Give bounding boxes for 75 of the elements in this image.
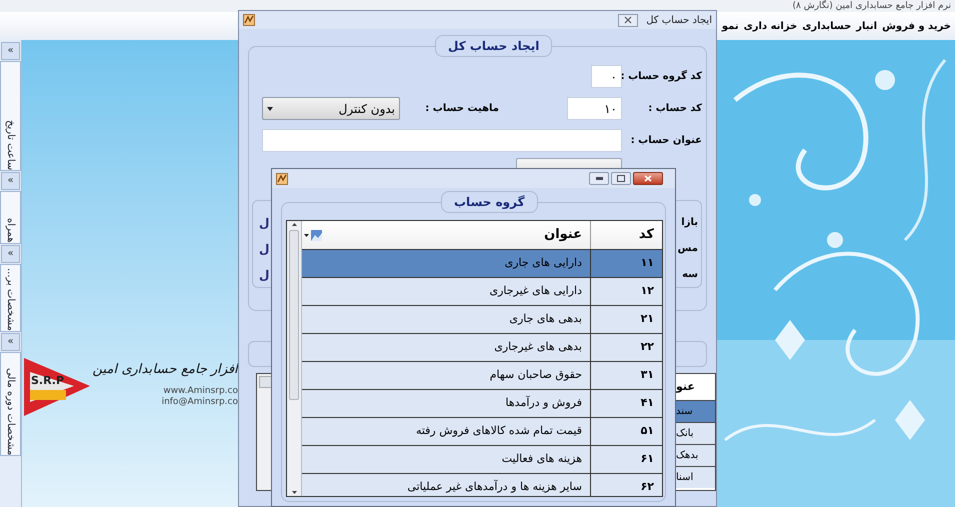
- expand-button[interactable]: «: [1, 245, 20, 263]
- app-title: نرم افزار جامع حسابداری امین (نگارش ۸): [792, 0, 951, 12]
- website-text: www.Aminsrp.co: [163, 386, 238, 396]
- email-text: info@Aminsrp.co: [162, 396, 238, 408]
- minimize-button[interactable]: [589, 172, 609, 185]
- account-title-field[interactable]: [262, 129, 622, 152]
- app-icon: [276, 172, 288, 184]
- title-cell-text: قیمت تمام شده کالاهای فروش رفته: [414, 423, 583, 440]
- table-row[interactable]: ۶۲ سایر هزینه ها و درآمدهای غیر عملیاتی: [302, 473, 662, 496]
- table-row[interactable]: ۳۱ حقوق صاحبان سهام: [302, 361, 662, 389]
- grid-cell: بانک: [676, 422, 715, 444]
- table-row[interactable]: ۴۱ فروش و درآمدها: [302, 389, 662, 417]
- expand-button[interactable]: «: [1, 42, 20, 60]
- menu-item[interactable]: خرید و فروش: [882, 18, 951, 34]
- scrollbar[interactable]: [287, 221, 302, 496]
- title-cell-text: حقوق صاحبان سهام: [488, 367, 583, 384]
- grid-cell: اسنا: [676, 466, 715, 488]
- expand-button[interactable]: «: [1, 172, 20, 190]
- table-row[interactable]: ۲۱ بدهی های جاری: [302, 305, 662, 333]
- menu-item[interactable]: نمو: [722, 18, 739, 34]
- group-title: ایجاد حساب کل: [435, 35, 552, 57]
- title-cell-text: دارایی های جاری: [504, 255, 583, 272]
- field-label: ماهیت حساب :: [424, 102, 499, 116]
- logo-slogan: افزار جامع حسابداری امین: [92, 361, 238, 379]
- grid-cell: بدهک: [676, 444, 715, 466]
- logo-icon: [24, 358, 90, 416]
- minimize-icon: [596, 177, 602, 180]
- column-header: عنوان: [543, 226, 583, 244]
- image-icon: [311, 230, 322, 240]
- nature-dropdown[interactable]: بدون کنترل: [262, 97, 400, 120]
- maximize-icon: [617, 175, 625, 182]
- close-button[interactable]: [633, 172, 663, 185]
- window-title: ایجاد حساب کل: [646, 14, 712, 28]
- menu-item[interactable]: حسابداری: [802, 18, 852, 34]
- menu-item[interactable]: انبار: [856, 18, 878, 34]
- app-icon: [243, 14, 255, 26]
- code-cell: ۶۲: [590, 474, 662, 496]
- title-cell-text: هزینه های فعالیت: [500, 451, 583, 468]
- title-cell-text: بدهی های غیرجاری: [493, 339, 583, 356]
- summary-label: مس: [678, 242, 698, 256]
- table-row[interactable]: ۱۲ دارایی های غیرجاری: [302, 277, 662, 305]
- summary-label: ل: [259, 267, 270, 283]
- account-code-field[interactable]: ۱۰: [567, 97, 622, 120]
- side-tab[interactable]: ساعت تاریخ: [0, 61, 21, 171]
- close-icon: [644, 175, 652, 182]
- field-label: کد حساب :: [647, 102, 702, 116]
- scroll-thumb[interactable]: [289, 230, 299, 400]
- title-cell-text: بدهی های جاری: [508, 311, 583, 328]
- side-tab[interactable]: مشخصات دوره مالی: [0, 352, 21, 456]
- summary-label: بازا: [680, 216, 698, 230]
- caret-icon: [304, 234, 309, 236]
- title-cell-text: سایر هزینه ها و درآمدهای غیر عملیاتی: [406, 478, 583, 496]
- caret-icon: [267, 106, 273, 110]
- close-button[interactable]: [618, 14, 638, 26]
- grid-cell: سند: [676, 400, 715, 422]
- expand-button[interactable]: «: [1, 333, 20, 351]
- side-tab[interactable]: همراه: [0, 191, 21, 244]
- table-row[interactable]: ۶۱ هزینه های فعالیت: [302, 445, 662, 473]
- summary-label: ل: [259, 215, 270, 231]
- title-cell-text: دارایی های غیرجاری: [488, 283, 583, 300]
- title-cell-text: فروش و درآمدها: [504, 394, 583, 412]
- summary-label: ل: [259, 241, 270, 257]
- side-tab[interactable]: مشخصات بر...: [0, 264, 21, 332]
- summary-label: سه: [681, 268, 698, 282]
- group-code-field[interactable]: ۰: [591, 65, 622, 88]
- close-icon: [624, 16, 632, 24]
- table-row[interactable]: ۵۱ قیمت تمام شده کالاهای فروش رفته: [302, 417, 662, 445]
- menu-item[interactable]: خزانه داری: [744, 18, 798, 34]
- table-row[interactable]: ۱۱ دارایی های جاری: [302, 249, 662, 277]
- logo-text: S.R.P: [31, 375, 64, 387]
- group-title: گروه حساب: [441, 191, 538, 213]
- table-row[interactable]: ۲۲ بدهی های غیرجاری: [302, 333, 662, 361]
- maximize-button[interactable]: [611, 172, 631, 185]
- scroll-up-icon: [292, 223, 296, 226]
- field-label: عنوان حساب :: [630, 134, 702, 148]
